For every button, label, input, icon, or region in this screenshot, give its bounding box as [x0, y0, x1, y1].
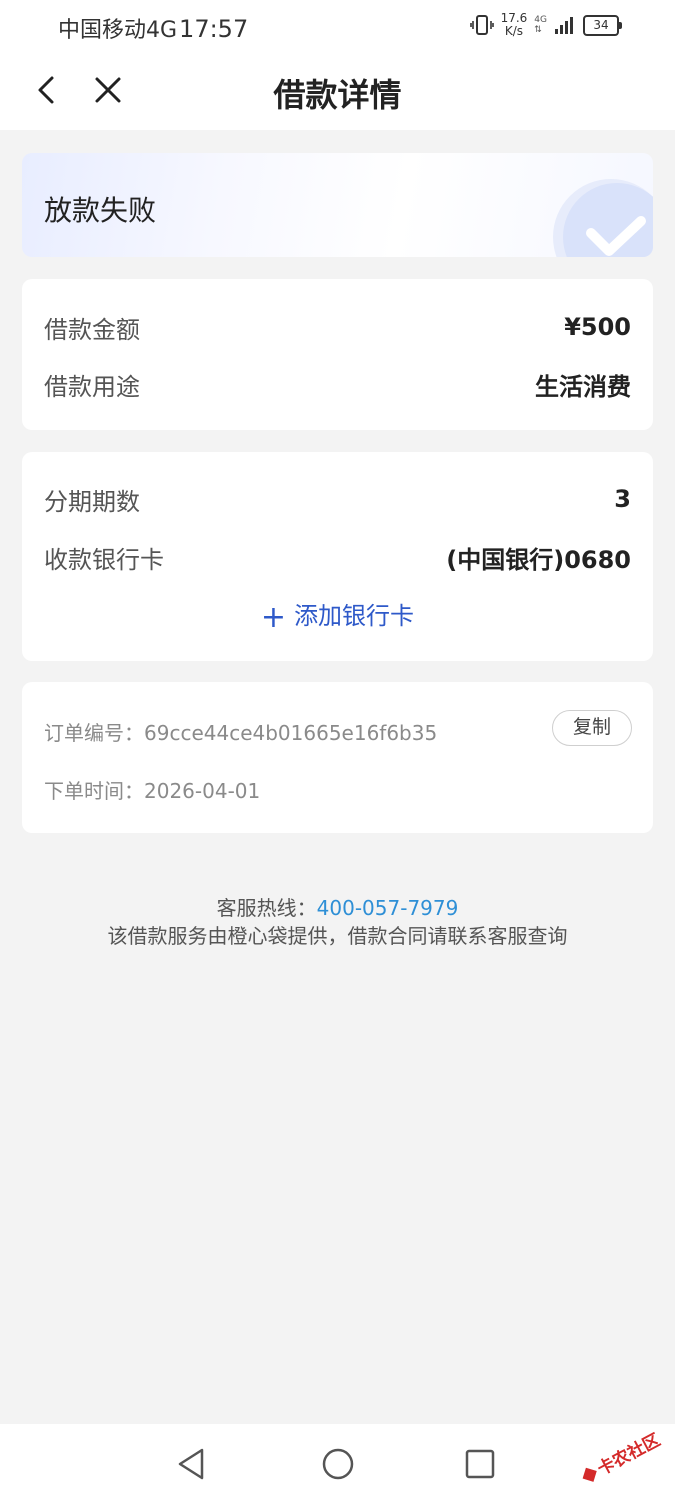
net-speed: 17.6 K/s	[501, 12, 528, 38]
watermark-text: 卡农社区	[594, 1430, 663, 1480]
installment-periods-value: 3	[614, 485, 631, 513]
loan-amount-value: ¥500	[564, 313, 631, 341]
check-badge-icon	[553, 179, 653, 257]
clock: 17:57	[179, 15, 249, 43]
circle-home-icon[interactable]	[320, 1446, 356, 1482]
network-type-label: 4G	[534, 15, 547, 25]
copy-button[interactable]: 复制	[552, 710, 632, 746]
carrier-and-time: 中国移动4G17:57	[58, 12, 248, 44]
triangle-back-icon[interactable]	[174, 1446, 210, 1482]
loan-purpose-label: 借款用途	[44, 372, 140, 401]
watermark-logo: 卡农社区	[582, 1430, 663, 1482]
loan-status-card: 放款失败	[22, 153, 653, 257]
signal-icon	[555, 17, 573, 34]
order-info-card: 订单编号：69cce44ce4b01665e16f6b35 复制 下单时间：20…	[22, 682, 653, 833]
square-recent-icon[interactable]	[462, 1446, 498, 1482]
system-nav-bar: 卡农社区	[0, 1424, 675, 1500]
add-bank-card-label: 添加银行卡	[294, 602, 415, 630]
order-time-value: 2026-04-01	[144, 779, 261, 803]
order-number-label: 订单编号：	[44, 721, 144, 745]
bank-card-value: (中国银行)0680	[446, 545, 631, 574]
loan-purpose-value: 生活消费	[535, 372, 631, 401]
bank-card-row: 收款银行卡 (中国银行)0680	[44, 539, 631, 575]
nav-bar: 借款详情	[0, 50, 675, 130]
loan-info-card: 借款金额 ¥500 借款用途 生活消费	[22, 279, 653, 430]
battery-level: 34	[593, 17, 609, 32]
loan-status-text: 放款失败	[44, 194, 157, 227]
hotline-label: 客服热线：	[216, 896, 317, 920]
bank-card-label: 收款银行卡	[44, 545, 164, 574]
order-number: 订单编号：69cce44ce4b01665e16f6b35	[44, 717, 437, 746]
installment-periods-row: 分期期数 3	[44, 481, 631, 517]
order-time-label: 下单时间：	[44, 779, 144, 803]
order-time: 下单时间：2026-04-01	[44, 775, 260, 804]
loan-purpose-row: 借款用途 生活消费	[44, 366, 631, 402]
status-icons: 17.6 K/s 4G ⇅ 34	[469, 10, 622, 40]
order-number-value: 69cce44ce4b01665e16f6b35	[144, 721, 438, 745]
plus-icon: +	[260, 600, 287, 635]
add-bank-card-button[interactable]: + 添加银行卡	[22, 596, 653, 635]
installment-periods-label: 分期期数	[44, 487, 140, 516]
net-speed-unit: K/s	[504, 24, 524, 38]
network-type: 4G ⇅	[534, 15, 547, 35]
status-bar: 中国移动4G17:57 17.6 K/s 4G ⇅ 34	[0, 0, 675, 50]
loan-amount-label: 借款金额	[44, 315, 140, 344]
vibrate-icon	[469, 15, 494, 35]
installment-card: 分期期数 3 收款银行卡 (中国银行)0680 + 添加银行卡	[22, 452, 653, 661]
customer-service-hotline: 客服热线：400-057-7979	[0, 892, 675, 921]
hotline-number-link[interactable]: 400-057-7979	[317, 896, 459, 920]
battery-icon: 34	[583, 14, 622, 36]
provider-notice: 该借款服务由橙心袋提供，借款合同请联系客服查询	[107, 924, 568, 948]
loan-amount-row: 借款金额 ¥500	[44, 309, 631, 345]
page-title: 借款详情	[273, 76, 402, 114]
carrier-name: 中国移动4G	[58, 18, 178, 43]
